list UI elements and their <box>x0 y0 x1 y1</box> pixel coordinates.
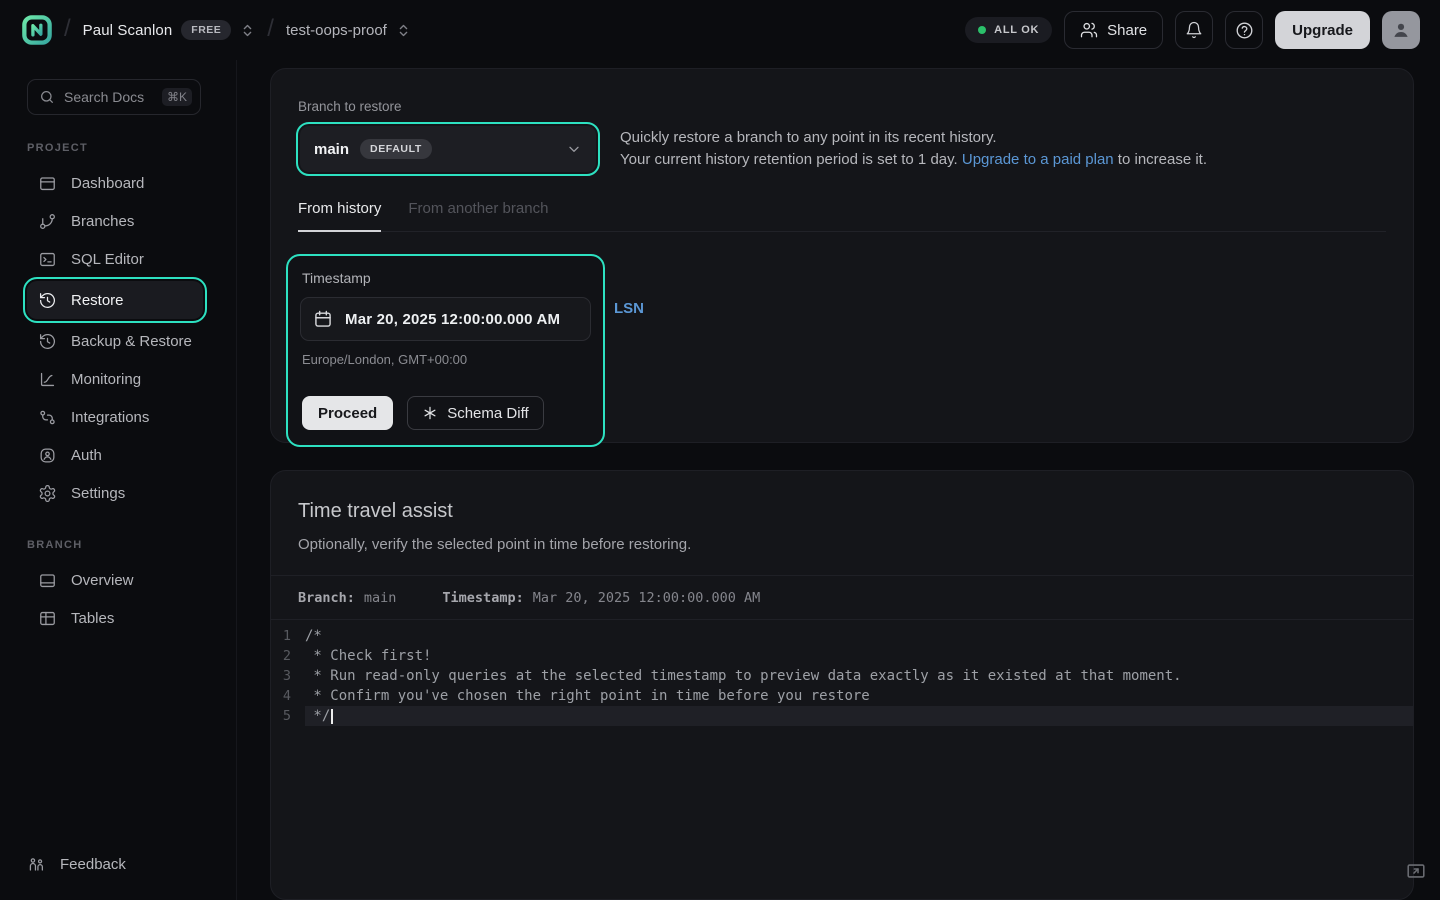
sidebar-item-restore[interactable]: Restore <box>27 281 203 319</box>
sidebar-item-tables[interactable]: Tables <box>27 599 203 637</box>
sidebar-item-overview[interactable]: Overview <box>27 561 203 599</box>
time-travel-subtitle: Optionally, verify the selected point in… <box>298 536 1386 553</box>
branch-select[interactable]: main DEFAULT <box>300 126 596 172</box>
sidebar-section-branch: BRANCH <box>27 539 236 551</box>
breadcrumb-divider: / <box>64 15 71 43</box>
auth-user-icon <box>38 446 57 465</box>
sidebar-item-backup-restore[interactable]: Backup & Restore <box>27 322 203 360</box>
sidebar: Search Docs ⌘K PROJECT Dashboard Branche… <box>0 60 237 900</box>
sidebar-item-branches[interactable]: Branches <box>27 202 203 240</box>
meta-branch: Branch: main <box>298 590 396 606</box>
text-cursor <box>331 709 333 724</box>
tab-from-another-branch[interactable]: From another branch <box>408 200 548 231</box>
chevrons-up-down-icon <box>396 23 411 38</box>
sql-editor-area[interactable]: 1 /* 2 * Check first! 3 * Run read-only … <box>271 620 1413 726</box>
sidebar-item-dashboard[interactable]: Dashboard <box>27 164 203 202</box>
restore-panel: Branch to restore main DEFAULT Quickly r… <box>270 68 1414 443</box>
sidebar-item-monitoring[interactable]: Monitoring <box>27 360 203 398</box>
breadcrumb-divider: / <box>267 15 274 43</box>
default-branch-badge: DEFAULT <box>360 139 432 159</box>
code-line: 4 * Confirm you've chosen the right poin… <box>271 686 1413 706</box>
breadcrumb: / Paul Scanlon FREE / test-oops-proof <box>22 15 411 45</box>
integrations-icon <box>38 408 57 427</box>
plan-badge: FREE <box>181 20 231 40</box>
timezone-label: Europe/London, GMT+00:00 <box>302 352 591 367</box>
share-button[interactable]: Share <box>1064 11 1163 49</box>
status-dot-icon <box>978 26 986 34</box>
header-actions: ALL OK Share Upgrade <box>965 11 1420 49</box>
sidebar-item-auth[interactable]: Auth <box>27 436 203 474</box>
chevron-down-icon <box>566 141 582 157</box>
proceed-button[interactable]: Proceed <box>302 396 393 430</box>
code-line: 3 * Run read-only queries at the selecte… <box>271 666 1413 686</box>
sidebar-item-integrations[interactable]: Integrations <box>27 398 203 436</box>
search-input[interactable]: Search Docs ⌘K <box>27 79 201 115</box>
notifications-button[interactable] <box>1175 11 1213 49</box>
gear-icon <box>38 484 57 503</box>
avatar[interactable] <box>1382 11 1420 49</box>
git-branch-icon <box>38 212 57 231</box>
time-travel-title: Time travel assist <box>298 500 1386 523</box>
restore-description: Quickly restore a branch to any point in… <box>620 124 1207 171</box>
top-header: / Paul Scanlon FREE / test-oops-proof AL… <box>0 0 1440 60</box>
time-travel-meta: Branch: main Timestamp: Mar 20, 2025 12:… <box>271 575 1413 620</box>
lsn-link[interactable]: LSN <box>614 300 644 317</box>
code-line: 2 * Check first! <box>271 646 1413 666</box>
schema-diff-icon <box>422 405 438 421</box>
chevrons-up-down-icon <box>240 23 255 38</box>
selected-branch: main <box>314 141 349 158</box>
org-name: Paul Scanlon <box>83 22 173 39</box>
tab-from-history[interactable]: From history <box>298 200 381 232</box>
users-icon <box>1080 21 1098 39</box>
keyboard-shortcut-badge: ⌘K <box>162 88 192 106</box>
project-selector[interactable]: test-oops-proof <box>286 22 411 39</box>
history-icon <box>38 291 57 310</box>
time-travel-panel: Time travel assist Optionally, verify th… <box>270 470 1414 900</box>
search-placeholder: Search Docs <box>64 89 153 105</box>
overview-icon <box>38 571 57 590</box>
expand-editor-icon[interactable] <box>1405 860 1427 882</box>
search-icon <box>39 89 55 105</box>
help-circle-icon <box>1235 21 1254 40</box>
code-line-active: 5 */ <box>271 706 1413 726</box>
bell-icon <box>1185 21 1203 39</box>
chart-icon <box>38 370 57 389</box>
code-line: 1 /* <box>271 626 1413 646</box>
dashboard-icon <box>38 174 57 193</box>
backup-history-icon <box>38 332 57 351</box>
project-name: test-oops-proof <box>286 22 387 39</box>
status-badge[interactable]: ALL OK <box>965 17 1052 43</box>
timestamp-card: Timestamp Mar 20, 2025 12:00:00.000 AM E… <box>286 254 605 447</box>
sql-editor-icon <box>38 250 57 269</box>
feedback-button[interactable]: Feedback <box>27 855 126 874</box>
schema-diff-button[interactable]: Schema Diff <box>407 396 543 430</box>
timestamp-label: Timestamp <box>302 270 591 286</box>
calendar-icon <box>313 309 333 329</box>
table-icon <box>38 609 57 628</box>
help-button[interactable] <box>1225 11 1263 49</box>
upgrade-button[interactable]: Upgrade <box>1275 11 1370 49</box>
sidebar-section-project: PROJECT <box>27 142 236 154</box>
sidebar-item-sql-editor[interactable]: SQL Editor <box>27 240 203 278</box>
upgrade-plan-link[interactable]: Upgrade to a paid plan <box>962 151 1114 168</box>
timestamp-value: Mar 20, 2025 12:00:00.000 AM <box>345 311 560 328</box>
timestamp-input[interactable]: Mar 20, 2025 12:00:00.000 AM <box>300 297 591 341</box>
people-icon <box>27 855 46 874</box>
org-selector[interactable]: Paul Scanlon FREE <box>83 20 256 40</box>
meta-timestamp: Timestamp: Mar 20, 2025 12:00:00.000 AM <box>442 590 760 606</box>
restore-tabs: From history From another branch <box>298 200 1386 232</box>
branch-to-restore-label: Branch to restore <box>298 99 1386 114</box>
neon-logo-icon[interactable] <box>22 15 52 45</box>
sidebar-item-settings[interactable]: Settings <box>27 474 203 512</box>
